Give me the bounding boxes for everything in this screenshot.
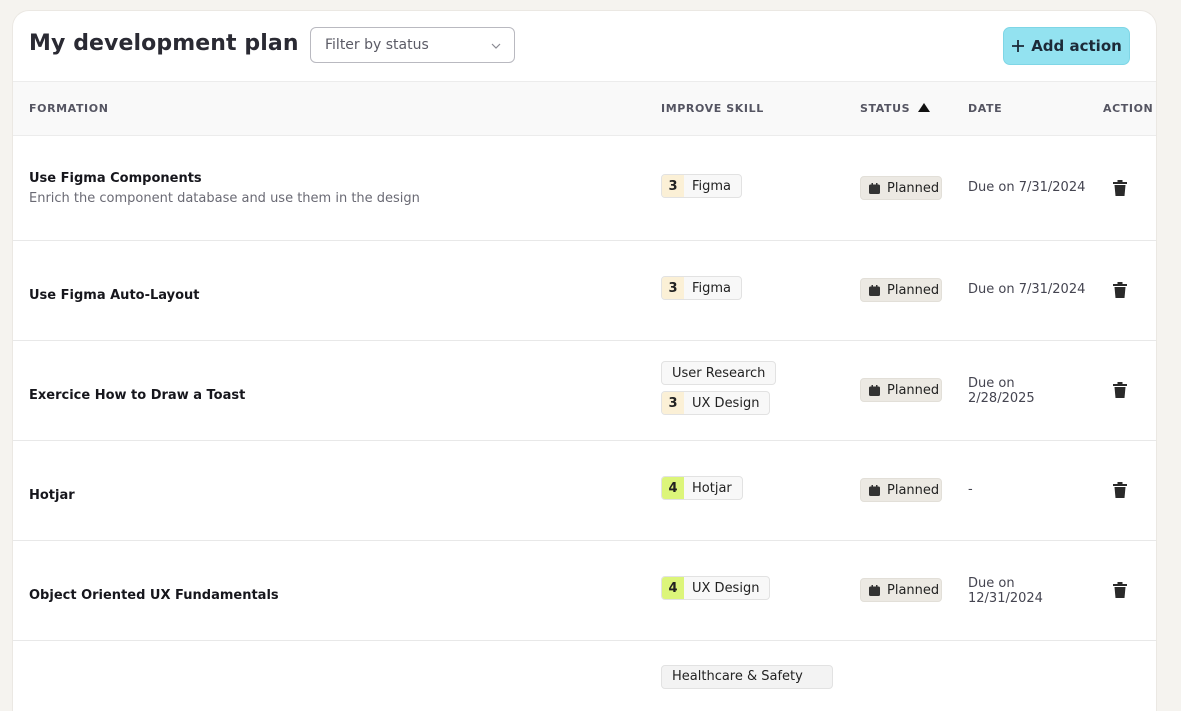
row-title: Exercice How to Draw a Toast (29, 388, 246, 403)
skill-name: Figma (692, 178, 732, 194)
chevron-down-icon (490, 40, 502, 56)
skill-list: 3 Figma (661, 174, 743, 204)
calendar-icon (869, 484, 880, 496)
row-title: Use Figma Auto-Layout (29, 288, 200, 303)
skill-tag: Healthcare & Safety (661, 665, 833, 689)
table-row[interactable]: Object Oriented UX Fundamentals 4 UX Des… (13, 541, 1156, 641)
table-header: FORMATION IMPROVE SKILL STATUS DATE ACTI… (13, 81, 1156, 136)
table-row[interactable]: Hotjar 4 Hotjar Planned - (13, 441, 1156, 541)
status-filter-placeholder: Filter by status (325, 37, 429, 53)
add-action-label: Add action (1031, 37, 1122, 55)
calendar-icon (869, 384, 880, 396)
skill-level: 4 (662, 477, 684, 499)
skill-tag: 4 UX Design (661, 576, 771, 600)
column-header-action: ACTION (1103, 102, 1154, 115)
plus-icon (1011, 39, 1025, 53)
due-date: - (968, 482, 973, 497)
status-label: Planned (887, 382, 940, 398)
skill-name: Hotjar (692, 480, 732, 496)
row-title: Hotjar (29, 488, 75, 503)
calendar-icon (869, 584, 880, 596)
status-label: Planned (887, 582, 940, 598)
status-badge: Planned (860, 478, 942, 502)
skill-tag: 4 Hotjar (661, 476, 743, 500)
trash-icon[interactable] (1113, 282, 1127, 302)
due-date: Due on 2/28/2025 (968, 376, 1035, 406)
due-date-line: - (968, 482, 973, 497)
skill-list: 4 Hotjar (661, 476, 743, 506)
status-badge: Planned (860, 176, 942, 200)
skill-tag: 3 Figma (661, 174, 743, 198)
skill-level: 3 (662, 175, 684, 197)
status-badge: Planned (860, 378, 942, 402)
column-header-status-label: STATUS (860, 102, 911, 115)
skill-level: 3 (662, 277, 684, 299)
add-action-button[interactable]: Add action (1003, 27, 1130, 65)
due-date-line: 12/31/2024 (968, 591, 1043, 606)
due-date: Due on 7/31/2024 (968, 282, 1085, 297)
due-date-line: Due on (968, 576, 1015, 591)
skill-level: 4 (662, 577, 684, 599)
calendar-icon (869, 182, 880, 194)
skill-list: 4 UX Design (661, 576, 771, 606)
skill-name: User Research (672, 365, 766, 381)
skill-name: Figma (692, 280, 732, 296)
due-date: Due on 12/31/2024 (968, 576, 1043, 606)
skill-tag: 3 UX Design (661, 391, 771, 415)
table-row[interactable]: Use Figma Auto-Layout 3 Figma Planned Du… (13, 241, 1156, 341)
skill-tag: User Research (661, 361, 777, 385)
table-row[interactable]: Exercice How to Draw a Toast User Resear… (13, 341, 1156, 441)
skill-list: 3 Figma (661, 276, 743, 306)
trash-icon[interactable] (1113, 180, 1127, 200)
row-description: Enrich the component database and use th… (29, 191, 420, 206)
trash-icon[interactable] (1113, 482, 1127, 502)
due-date-line: Due on (968, 376, 1015, 391)
skill-name: UX Design (692, 580, 760, 596)
row-title: Object Oriented UX Fundamentals (29, 588, 279, 603)
status-badge: Planned (860, 578, 942, 602)
skill-tag: 3 Figma (661, 276, 743, 300)
trash-icon[interactable] (1113, 582, 1127, 602)
page-title: My development plan (29, 31, 299, 56)
status-label: Planned (887, 180, 940, 196)
skill-name: UX Design (692, 395, 760, 411)
due-date-line: Due on 7/31/2024 (968, 282, 1086, 297)
skill-list: User Research 3 UX Design (661, 361, 777, 421)
skill-name: Healthcare & Safety (672, 669, 803, 684)
column-header-formation: FORMATION (29, 102, 109, 115)
trash-icon[interactable] (1113, 382, 1127, 402)
skill-level: 3 (662, 392, 684, 414)
row-title: Use Figma Components (29, 171, 202, 186)
table-row[interactable]: Use Figma Components Enrich the componen… (13, 136, 1156, 241)
due-date-line: 2/28/2025 (968, 391, 1035, 406)
column-header-improve-skill: IMPROVE SKILL (661, 102, 764, 115)
calendar-icon (869, 284, 880, 296)
status-label: Planned (887, 482, 940, 498)
column-header-status[interactable]: STATUS (860, 102, 931, 115)
status-badge: Planned (860, 278, 942, 302)
due-date: Due on 7/31/2024 (968, 180, 1085, 195)
status-label: Planned (887, 282, 940, 298)
status-filter-select[interactable]: Filter by status (310, 27, 515, 63)
development-plan-card: My development plan Filter by status Add… (13, 11, 1156, 711)
column-header-date: DATE (968, 102, 1003, 115)
sort-ascending-icon[interactable] (918, 102, 931, 115)
due-date-line: Due on 7/31/2024 (968, 180, 1086, 195)
card-header: My development plan Filter by status Add… (13, 11, 1156, 81)
